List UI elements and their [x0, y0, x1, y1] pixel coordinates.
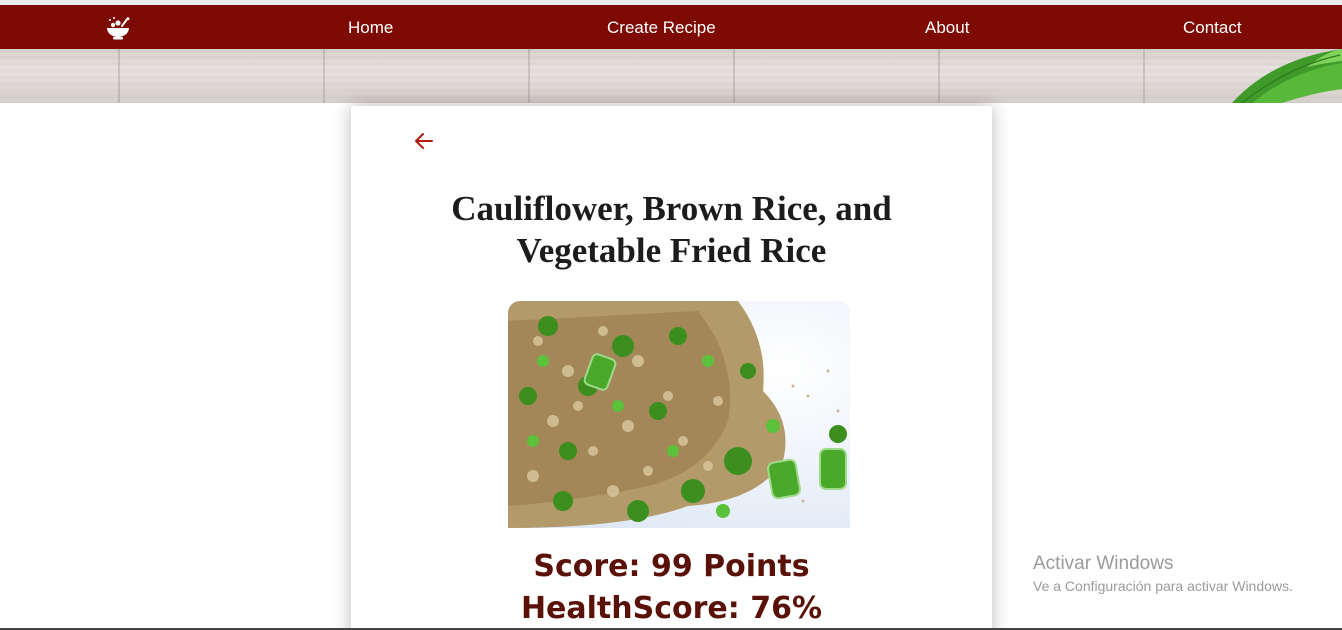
wood-banner	[0, 49, 1342, 103]
watermark-subtitle: Ve a Configuración para activar Windows.	[1033, 578, 1293, 594]
recipe-card: Cauliflower, Brown Rice, and Vegetable F…	[351, 106, 992, 630]
nav-link-home[interactable]: Home	[348, 18, 393, 38]
nav-link-contact[interactable]: Contact	[1183, 18, 1242, 38]
navbar: Home Create Recipe About Contact	[0, 5, 1342, 49]
leaf-decoration	[1232, 49, 1342, 103]
recipe-image	[508, 301, 850, 528]
recipe-score: Score: 99 Points	[533, 549, 810, 584]
watermark-title: Activar Windows	[1033, 553, 1174, 574]
windows-activation-watermark: Activar Windows Ve a Configuración para …	[1033, 553, 1293, 595]
recipe-title: Cauliflower, Brown Rice, and Vegetable F…	[451, 189, 892, 270]
nav-link-about[interactable]: About	[925, 18, 969, 38]
nav-link-create-recipe[interactable]: Create Recipe	[607, 18, 716, 38]
recipe-health-score: HealthScore: 76%	[520, 591, 823, 626]
bowl-logo-icon[interactable]	[104, 14, 132, 42]
arrow-left-icon[interactable]	[414, 132, 434, 150]
